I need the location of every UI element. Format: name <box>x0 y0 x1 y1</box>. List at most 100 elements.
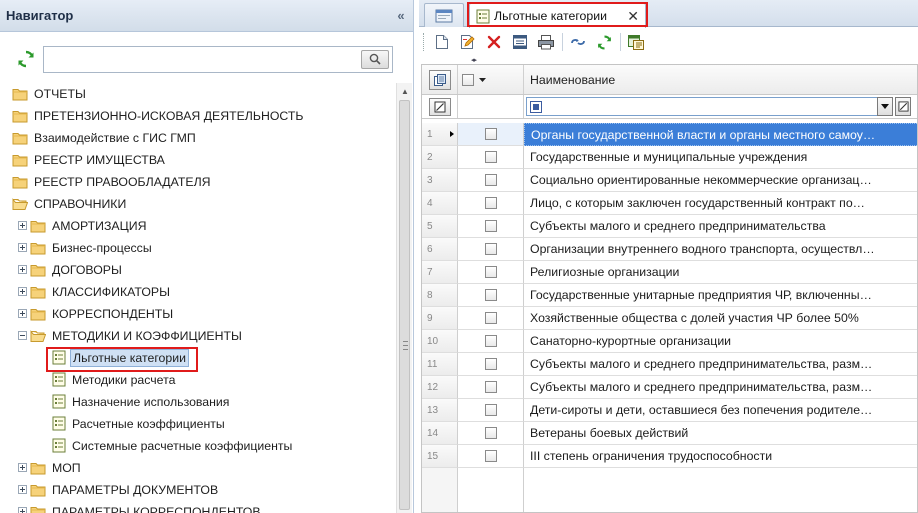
row-checkbox[interactable] <box>484 381 497 393</box>
tree-item[interactable]: РЕЕСТР ПРАВООБЛАДАТЕЛЯ <box>12 171 213 192</box>
table-row[interactable]: 3 Социально ориентированные некоммерчески… <box>422 169 917 192</box>
row-name-cell[interactable]: Субъекты малого и среднего предпринимате… <box>524 215 917 238</box>
tree-item[interactable]: Методики расчета <box>52 369 177 390</box>
table-row[interactable]: 2 Государственные и муниципальные учрежде… <box>422 146 917 169</box>
tree-item[interactable]: МЕТОДИКИ И КОЭФФИЦИЕНТЫ <box>18 325 244 346</box>
table-row[interactable]: 5 Субъекты малого и среднего предпринимат… <box>422 215 917 238</box>
scrollbar-thumb[interactable] <box>399 100 410 510</box>
row-number[interactable]: 1 <box>422 123 458 146</box>
table-row[interactable]: 11 Субъекты малого и среднего предпринима… <box>422 353 917 376</box>
row-name-cell[interactable]: Субъекты малого и среднего предпринимате… <box>524 376 917 399</box>
name-filter-input[interactable] <box>526 97 882 116</box>
row-name-cell[interactable]: Религиозные организации <box>524 261 917 284</box>
row-checkbox[interactable] <box>484 404 497 416</box>
tree-item[interactable]: Расчетные коэффициенты <box>52 413 227 434</box>
table-row[interactable]: 6 Организации внутреннего водного транспо… <box>422 238 917 261</box>
table-row[interactable]: 10 Санаторно-курортные организации <box>422 330 917 353</box>
row-number[interactable]: 11 <box>422 353 458 376</box>
row-number[interactable]: 7 <box>422 261 458 284</box>
table-row[interactable]: 7 Религиозные организации <box>422 261 917 284</box>
tree-item[interactable]: ДОГОВОРЫ <box>18 259 124 280</box>
link-button[interactable] <box>567 31 589 53</box>
row-name-cell[interactable]: Санаторно-курортные организации <box>524 330 917 353</box>
tree-item[interactable]: Назначение использования <box>52 391 231 412</box>
tree-item[interactable]: Системные расчетные коэффициенты <box>52 435 294 456</box>
tree-item[interactable]: Взаимодействие с ГИС ГМП <box>12 127 198 148</box>
tab-desktop[interactable] <box>424 3 464 27</box>
expand-icon[interactable] <box>18 287 27 296</box>
row-checkbox[interactable] <box>484 358 497 370</box>
delete-button[interactable] <box>483 31 505 53</box>
row-checkbox[interactable] <box>484 335 497 347</box>
row-number[interactable]: 8 <box>422 284 458 307</box>
expand-icon[interactable] <box>18 463 27 472</box>
expand-icon[interactable] <box>18 265 27 274</box>
row-checkbox[interactable] <box>484 174 497 186</box>
tree-item[interactable]: ПАРАМЕТРЫ ДОКУМЕНТОВ <box>18 479 220 500</box>
row-checkbox[interactable] <box>484 243 497 255</box>
row-checkbox[interactable] <box>484 128 497 140</box>
tree-item[interactable]: РЕЕСТР ИМУЩЕСТВА <box>12 149 167 170</box>
tree-item[interactable]: МОП <box>18 457 83 478</box>
print-button[interactable] <box>535 31 557 53</box>
row-number[interactable]: 12 <box>422 376 458 399</box>
row-checkbox[interactable] <box>484 266 497 278</box>
select-all-checkbox[interactable] <box>462 73 474 86</box>
tree-item[interactable]: КОРРЕСПОНДЕНТЫ <box>18 303 175 324</box>
row-name-cell[interactable]: III степень ограничения трудоспособности <box>524 445 917 468</box>
table-row[interactable]: 1 Органы государственной власти и органы … <box>422 123 917 146</box>
row-name-cell[interactable]: Субъекты малого и среднего предпринимате… <box>524 353 917 376</box>
row-name-cell[interactable]: Хозяйственные общества с долей участия Ч… <box>524 307 917 330</box>
row-number[interactable]: 9 <box>422 307 458 330</box>
refresh-grid-button[interactable] <box>593 31 615 53</box>
row-checkbox[interactable] <box>484 197 497 209</box>
row-name-cell[interactable]: Социально ориентированные некоммерческие… <box>524 169 917 192</box>
table-row[interactable]: 15 III степень ограничения трудоспособнос… <box>422 445 917 468</box>
toolbar-splitter[interactable]: ◂▸ <box>419 56 918 64</box>
grid-options-button[interactable] <box>428 69 451 90</box>
row-name-cell[interactable]: Лицо, с которым заключен государственный… <box>524 192 917 215</box>
row-number[interactable]: 10 <box>422 330 458 353</box>
row-number[interactable]: 13 <box>422 399 458 422</box>
table-row[interactable]: 12 Субъекты малого и среднего предпринима… <box>422 376 917 399</box>
table-row[interactable]: 13 Дети-сироты и дети, оставшиеся без поп… <box>422 399 917 422</box>
row-checkbox[interactable] <box>484 450 497 462</box>
row-name-cell[interactable]: Государственные и муниципальные учрежден… <box>524 146 917 169</box>
export-button[interactable] <box>625 31 647 53</box>
row-checkbox[interactable] <box>484 289 497 301</box>
toolbar-grip[interactable] <box>423 33 426 51</box>
row-name-cell[interactable]: Органы государственной власти и органы м… <box>524 123 917 146</box>
column-header-name[interactable]: Наименование <box>524 65 917 94</box>
row-checkbox[interactable] <box>484 427 497 439</box>
tree-item[interactable]: ПРЕТЕНЗИОННО-ИСКОВАЯ ДЕЯТЕЛЬНОСТЬ <box>12 105 305 126</box>
edit-document-button[interactable] <box>457 31 479 53</box>
filter-dropdown-button[interactable] <box>877 97 893 116</box>
row-name-cell[interactable]: Ветераны боевых действий <box>524 422 917 445</box>
tree-item[interactable]: КЛАССИФИКАТОРЫ <box>18 281 172 302</box>
filter-clear-button[interactable] <box>895 97 911 116</box>
search-button[interactable] <box>361 49 389 69</box>
row-number[interactable]: 5 <box>422 215 458 238</box>
tree-item[interactable]: Бизнес-процессы <box>18 237 154 258</box>
navigator-scrollbar[interactable]: ▲ <box>396 83 412 513</box>
expand-icon[interactable] <box>18 485 27 494</box>
row-number[interactable]: 4 <box>422 192 458 215</box>
tree-item[interactable]: АМОРТИЗАЦИЯ <box>18 215 148 236</box>
collapse-panel-button[interactable]: « <box>389 8 413 23</box>
collapse-icon[interactable] <box>18 331 27 340</box>
chevron-down-icon[interactable] <box>478 77 487 83</box>
expand-icon[interactable] <box>18 507 27 513</box>
table-row[interactable]: 4 Лицо, с которым заключен государственны… <box>422 192 917 215</box>
search-input[interactable] <box>44 46 392 72</box>
row-number[interactable]: 14 <box>422 422 458 445</box>
row-number[interactable]: 6 <box>422 238 458 261</box>
row-number[interactable]: 3 <box>422 169 458 192</box>
row-name-cell[interactable]: Организации внутреннего водного транспор… <box>524 238 917 261</box>
tree-item[interactable]: ПАРАМЕТРЫ КОРРЕСПОНДЕНТОВ <box>18 501 263 513</box>
table-row[interactable]: 9 Хозяйственные общества с долей участия … <box>422 307 917 330</box>
tree-item[interactable]: ОТЧЕТЫ <box>12 83 88 104</box>
new-document-button[interactable] <box>431 31 453 53</box>
expand-icon[interactable] <box>18 221 27 230</box>
table-row[interactable]: 14 Ветераны боевых действий <box>422 422 917 445</box>
select-columns-button[interactable] <box>509 31 531 53</box>
